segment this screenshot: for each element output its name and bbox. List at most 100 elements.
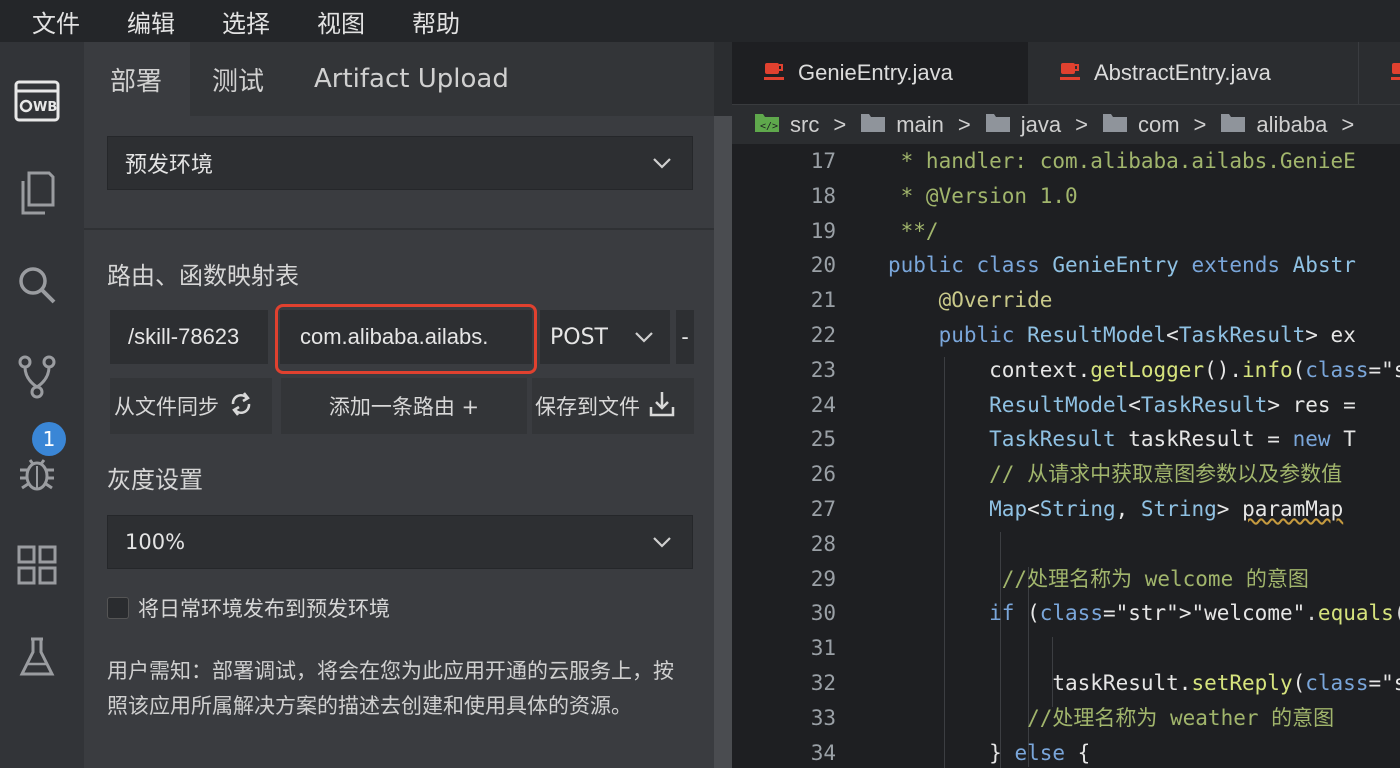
editor-tab-overflow[interactable] xyxy=(1358,42,1400,104)
publish-checkbox-label: 将日常环境发布到预发环境 xyxy=(138,597,390,621)
menu-file[interactable]: 文件 xyxy=(32,4,80,39)
code-line[interactable]: 34 } else { xyxy=(732,736,1400,768)
breadcrumb-src[interactable]: </> src xyxy=(754,111,819,139)
line-number: 20 xyxy=(810,253,836,278)
line-number: 18 xyxy=(810,183,836,208)
line-number: 22 xyxy=(810,323,836,347)
breadcrumb-label: com xyxy=(1137,111,1180,137)
add-route-button[interactable]: 添加一条路由 + xyxy=(281,378,527,434)
breadcrumb-label: alibaba xyxy=(1256,111,1328,137)
breadcrumb: </> src > main > java > com > alibaba > xyxy=(732,104,1400,144)
menu-edit[interactable]: 编辑 xyxy=(127,4,175,39)
code-line[interactable]: 24 ResultModel<TaskResult> res = xyxy=(732,388,1400,423)
code-line[interactable]: 25 TaskResult taskResult = new T xyxy=(732,422,1400,457)
files-icon[interactable] xyxy=(14,170,60,216)
gray-percentage-select[interactable]: 100% xyxy=(107,515,693,569)
code-line[interactable]: 27 Map<String, String> paramMap xyxy=(732,492,1400,527)
code-text: } else { xyxy=(888,740,1091,765)
code-line[interactable]: 29 //处理名称为 welcome 的意图 xyxy=(732,562,1400,597)
java-file-icon xyxy=(1060,59,1080,87)
environment-select-value: 预发环境 xyxy=(125,153,214,178)
code-line[interactable]: 26 // 从请求中获取意图参数以及参数值 xyxy=(732,457,1400,492)
line-number: 28 xyxy=(810,531,836,556)
code-line[interactable]: 17 * handler: com.alibaba.ailabs.GenieE xyxy=(732,144,1400,179)
sync-from-file-button[interactable]: 从文件同步 xyxy=(110,378,272,434)
code-line[interactable]: 20 public class GenieEntry extends Abstr xyxy=(732,248,1400,283)
sync-from-file-label: 从文件同步 xyxy=(114,395,219,419)
editor-tab-genieentry[interactable]: GenieEntry.java xyxy=(732,42,1028,104)
chevron-right-icon: > xyxy=(1341,111,1355,137)
route-method-value: POST xyxy=(550,324,608,350)
code-text: public ResultModel<TaskResult> ex xyxy=(938,323,1356,347)
line-number: 21 xyxy=(810,288,836,313)
save-to-file-label: 保存到文件 xyxy=(535,395,640,419)
route-path-input[interactable]: /skill-78623 xyxy=(110,310,268,364)
tab-deploy[interactable]: 部署 xyxy=(84,42,190,116)
test-icon[interactable] xyxy=(14,634,60,680)
tab-artifact-upload[interactable]: Artifact Upload xyxy=(314,42,509,116)
code-text: if (class="str">"welcome".equals(taskQue… xyxy=(989,601,1400,626)
menu-bar: 文件 编辑 选择 视图 帮助 xyxy=(0,0,1400,42)
tab-test[interactable]: 测试 xyxy=(212,42,264,116)
deploy-panel: 部署 测试 Artifact Upload 预发环境 路由、函数映射表 /ski… xyxy=(84,42,714,768)
code-line[interactable]: 23 context.getLogger().info(class="str">… xyxy=(732,353,1400,388)
code-line[interactable]: 19 **/ xyxy=(732,214,1400,249)
webide-icon[interactable]: WB xyxy=(14,78,60,124)
line-number: 34 xyxy=(810,740,836,765)
remove-route-button[interactable]: - xyxy=(676,310,694,364)
deploy-notice: 用户需知：部署调试，将会在您为此应用开通的云服务上，按照该应用所属解决方案的描述… xyxy=(107,659,674,718)
code-line[interactable]: 31 xyxy=(732,631,1400,666)
code-text: TaskResult taskResult = new T xyxy=(989,427,1356,452)
line-number: 32 xyxy=(810,671,836,695)
folder-icon xyxy=(985,111,1011,139)
line-number: 19 xyxy=(810,218,836,243)
routes-title: 路由、函数映射表 xyxy=(107,262,299,290)
editor-tab-label: GenieEntry.java xyxy=(798,60,953,85)
code-line[interactable]: 22 public ResultModel<TaskResult> ex xyxy=(732,318,1400,353)
source-control-icon[interactable] xyxy=(14,354,60,400)
code-line[interactable]: 32 taskResult.setReply(class="str">"欢迎 xyxy=(732,666,1400,701)
code-line[interactable]: 28 xyxy=(732,527,1400,562)
debug-icon[interactable] xyxy=(14,450,60,496)
code-line[interactable]: 30 if (class="str">"welcome".equals(task… xyxy=(732,596,1400,631)
code-text: //处理名称为 welcome 的意图 xyxy=(888,566,1309,591)
code-text: // 从请求中获取意图参数以及参数值 xyxy=(888,462,1343,487)
breadcrumb-main[interactable]: main xyxy=(860,111,944,139)
code-text: * handler: com.alibaba.ailabs.GenieE xyxy=(888,149,1356,173)
code-area[interactable]: 17 * handler: com.alibaba.ailabs.GenieE 1… xyxy=(732,144,1400,768)
extensions-icon[interactable] xyxy=(14,542,60,588)
section-divider xyxy=(84,228,714,230)
breadcrumb-alibaba[interactable]: alibaba xyxy=(1220,111,1327,139)
source-folder-icon: </> xyxy=(754,111,780,139)
refresh-icon xyxy=(229,391,253,422)
panel-scrollbar[interactable] xyxy=(714,116,732,768)
code-text: **/ xyxy=(888,218,939,243)
code-line[interactable]: 21 @Override xyxy=(732,283,1400,318)
breadcrumb-label: main xyxy=(896,111,944,137)
breadcrumb-java[interactable]: java xyxy=(985,111,1061,139)
activity-bar: WB 1 xyxy=(0,42,84,768)
menu-selection[interactable]: 选择 xyxy=(222,4,270,39)
environment-select[interactable]: 预发环境 xyxy=(107,136,693,190)
search-icon[interactable] xyxy=(14,262,60,308)
code-text: public class GenieEntry extends Abstr xyxy=(888,253,1356,278)
line-number: 31 xyxy=(810,636,836,661)
code-text: @Override xyxy=(888,288,1053,313)
breadcrumb-com[interactable]: com xyxy=(1102,111,1180,139)
svg-text:</>: </> xyxy=(760,121,778,132)
chevron-right-icon: > xyxy=(1193,111,1207,137)
code-line[interactable]: 18 * @Version 1.0 xyxy=(732,179,1400,214)
chevron-down-icon xyxy=(652,153,672,179)
menu-help[interactable]: 帮助 xyxy=(412,4,460,39)
menu-view[interactable]: 视图 xyxy=(317,4,365,39)
line-number: 33 xyxy=(810,705,836,730)
route-method-select[interactable]: POST xyxy=(540,310,670,364)
publish-checkbox[interactable] xyxy=(107,597,129,619)
code-text: //处理名称为 weather 的意图 xyxy=(888,705,1335,730)
folder-icon xyxy=(1220,111,1246,139)
breadcrumb-label: java xyxy=(1020,111,1062,137)
svg-text:WB: WB xyxy=(33,100,57,115)
editor-tab-abstractentry[interactable]: AbstractEntry.java xyxy=(1028,42,1358,104)
save-to-file-button[interactable]: 保存到文件 xyxy=(532,378,694,434)
code-line[interactable]: 33 //处理名称为 weather 的意图 xyxy=(732,701,1400,736)
